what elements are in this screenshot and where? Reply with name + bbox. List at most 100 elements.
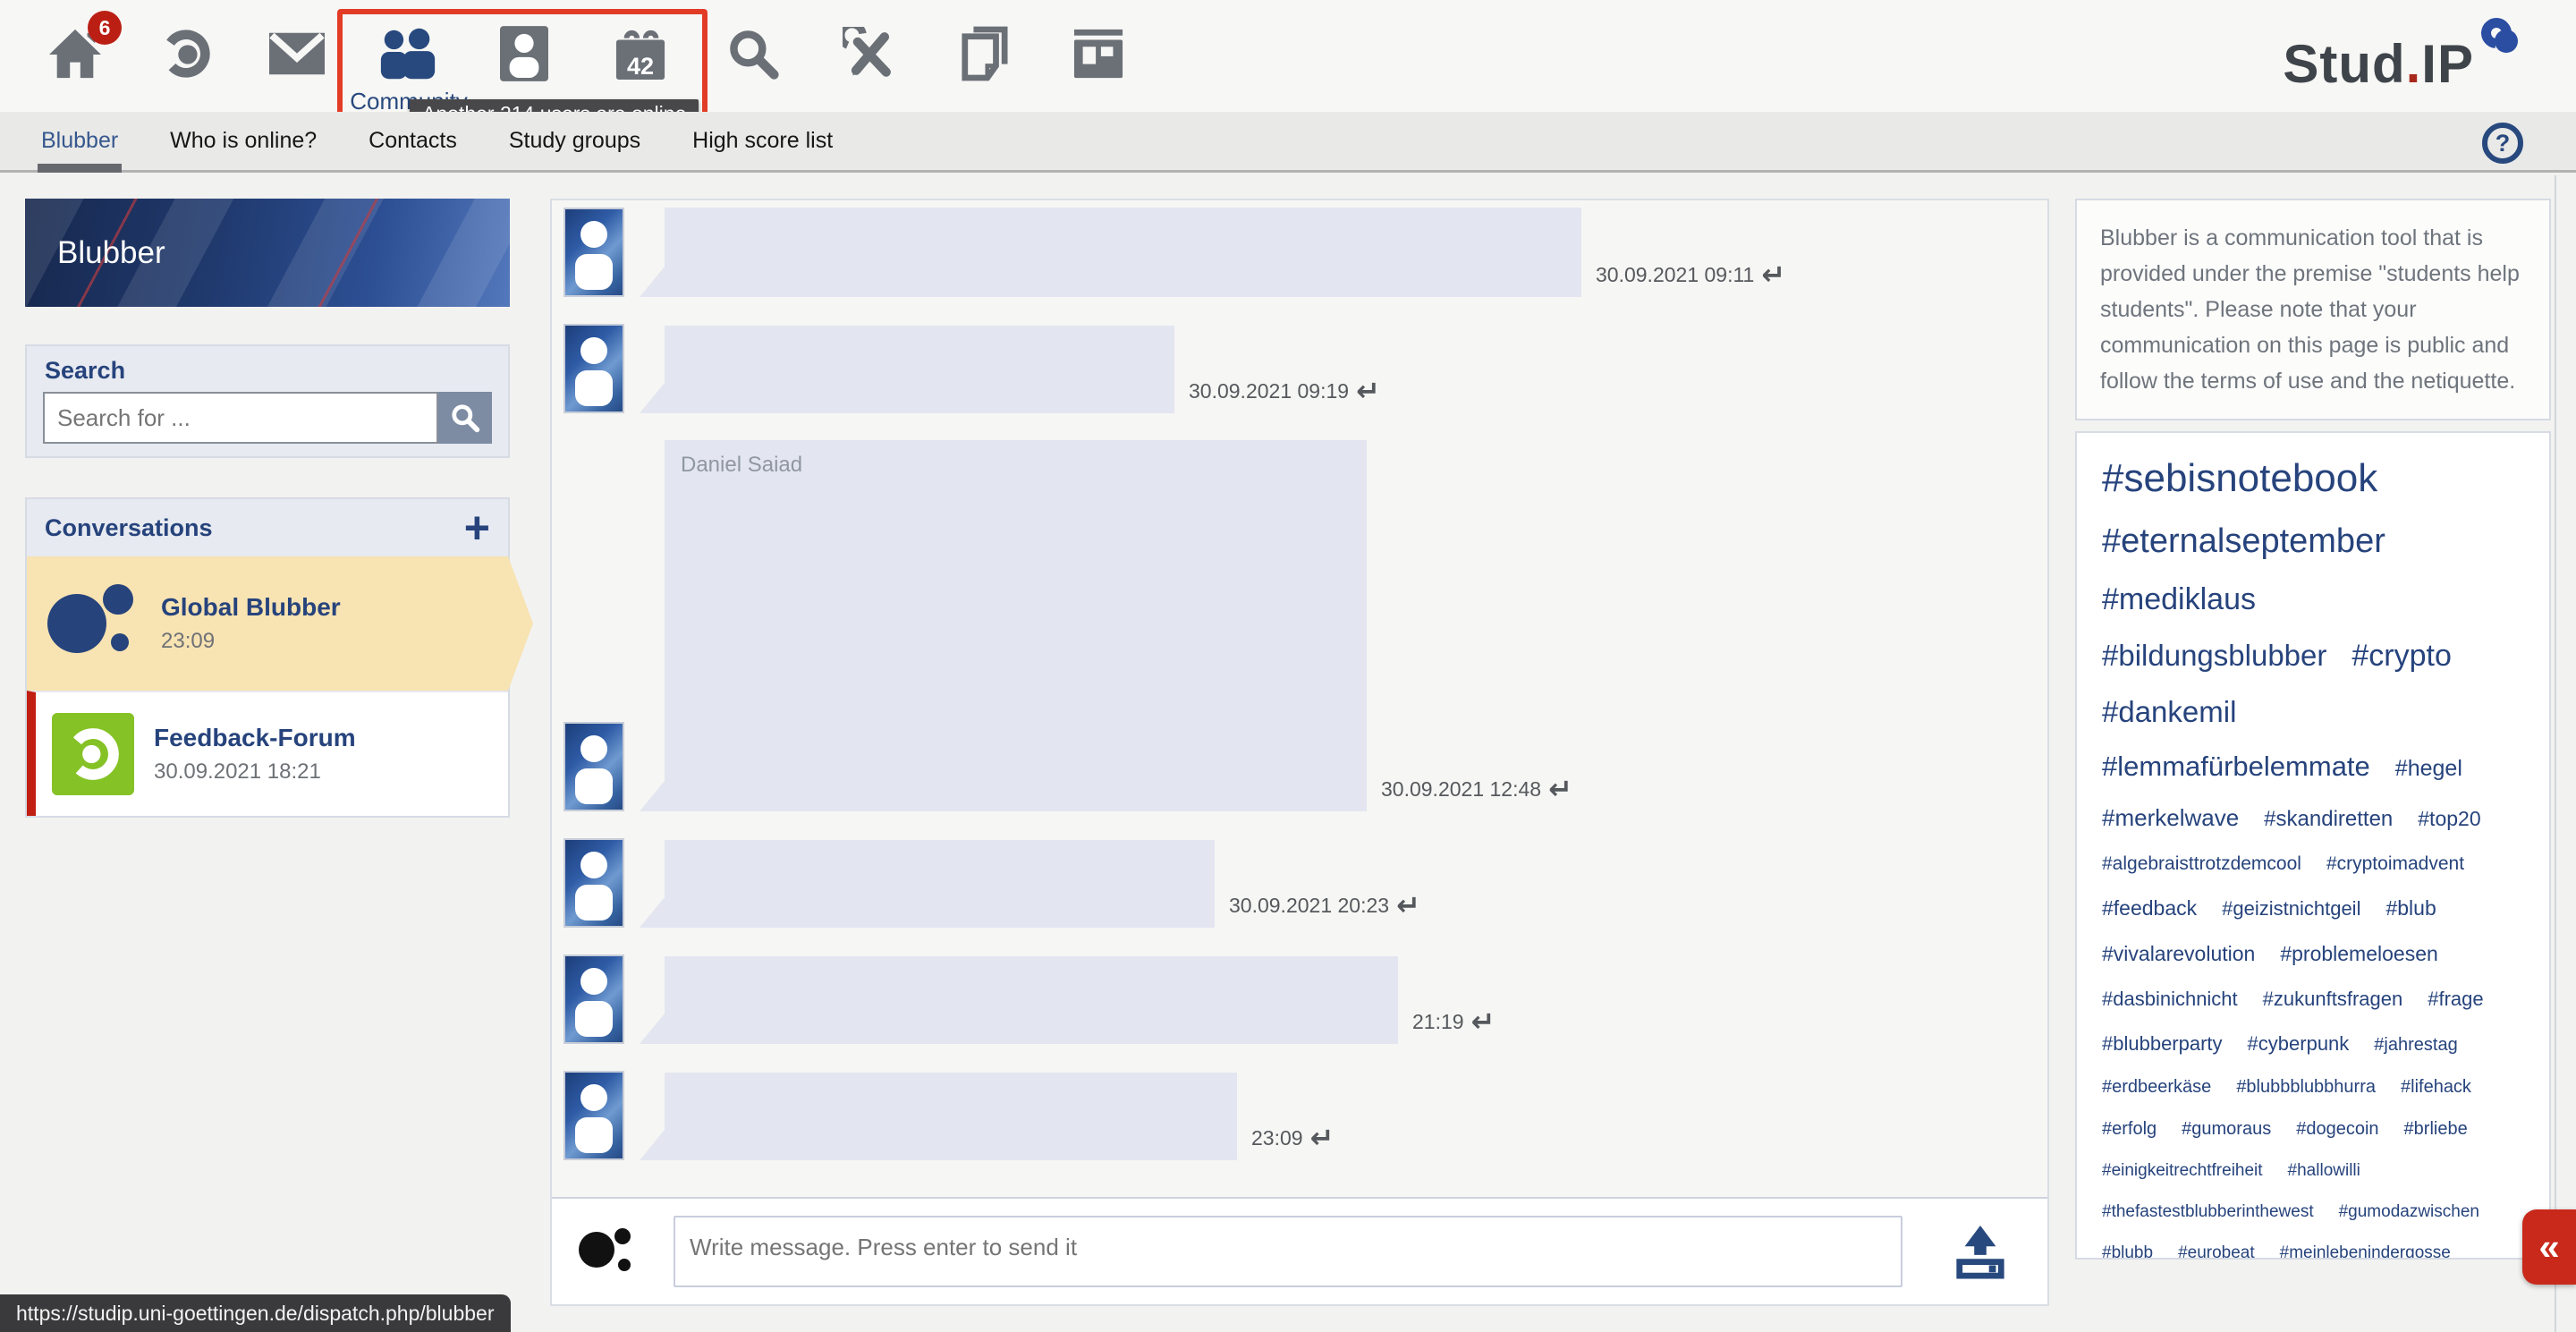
tools-button[interactable] <box>837 21 902 86</box>
message-timestamp: 23:09 <box>1251 1126 1303 1150</box>
feedback-forum-avatar <box>52 713 134 795</box>
hashtag-link[interactable]: #dankemil <box>2102 695 2236 729</box>
message-list[interactable]: 30.09.2021 09:11↵30.09.2021 09:19↵Daniel… <box>552 200 2047 1197</box>
courses-button[interactable] <box>154 21 218 86</box>
hashtag-link[interactable]: #vivalarevolution <box>2102 942 2255 966</box>
hashtag-link[interactable]: #crypto <box>2351 639 2452 674</box>
tab-bar: Blubber Who is online? Contacts Study group… <box>0 112 2576 173</box>
sidebar-title: Blubber <box>57 235 165 271</box>
hashtag-link[interactable]: #geizistnichtgeil <box>2222 897 2360 921</box>
tab-label: High score list <box>692 128 833 154</box>
hashtag-link[interactable]: #eternalseptember <box>2102 522 2385 561</box>
hashtag-link[interactable]: #gumodazwischen <box>2339 1202 2479 1222</box>
hashtag-cloud: #sebisnotebook #eternalseptember #mediklau… <box>2075 431 2551 1260</box>
hashtag-link[interactable]: #blub <box>2385 896 2436 921</box>
hashtag-link[interactable]: #skandiretten <box>2264 807 2393 832</box>
search-submit-button[interactable] <box>438 392 492 444</box>
messages-button[interactable] <box>265 21 329 86</box>
hashtag-link[interactable]: #blubbblubbhurra <box>2236 1077 2376 1098</box>
hashtag-link[interactable]: #erfolg <box>2102 1119 2157 1140</box>
search-input[interactable] <box>43 392 438 444</box>
message-row: 30.09.2021 09:19↵ <box>564 324 2031 413</box>
reply-icon[interactable]: ↵ <box>1761 258 1785 292</box>
reply-icon[interactable]: ↵ <box>1356 374 1380 408</box>
message-input[interactable] <box>674 1216 1902 1287</box>
hashtag-link[interactable]: #thefastestblubberinthewest <box>2102 1202 2314 1222</box>
conversations-heading: Conversations <box>45 514 213 542</box>
user-avatar-icon[interactable] <box>564 1071 624 1160</box>
message-bubble: Daniel Saiad <box>665 440 1367 811</box>
reply-icon[interactable]: ↵ <box>1396 888 1420 922</box>
conversation-item-global-blubber[interactable]: Global Blubber 23:09 <box>27 556 508 691</box>
logo-circle-mark <box>2476 18 2526 68</box>
hashtag-link[interactable]: #bildungsblubber <box>2102 639 2326 673</box>
hashtag-link[interactable]: #sebisnotebook <box>2102 456 2377 501</box>
studip-blubber-page: 6 <box>0 0 2576 1332</box>
conversation-time: 30.09.2021 18:21 <box>154 759 356 785</box>
user-avatar-icon[interactable] <box>564 324 624 413</box>
hashtag-link[interactable]: #algebraisttrotzdemcool <box>2102 853 2301 875</box>
tab-label: Blubber <box>41 128 118 154</box>
reply-icon[interactable]: ↵ <box>1310 1121 1335 1155</box>
tab-contacts[interactable]: Contacts <box>369 112 457 170</box>
hashtag-link[interactable]: #lemmafürbelemmate <box>2102 751 2370 783</box>
message-meta: 30.09.2021 09:19↵ <box>1189 374 1380 408</box>
conversation-title: Feedback-Forum <box>154 724 356 752</box>
message-bubble <box>665 208 1581 297</box>
right-sidebar: Blubber is a communication tool that is … <box>2075 199 2551 1260</box>
hashtag-link[interactable]: #eurobeat <box>2178 1243 2255 1260</box>
hashtag-link[interactable]: #feedback <box>2102 896 2197 921</box>
message-row: 23:09 ↵ <box>564 1071 2031 1160</box>
conversations-panel: Conversations + Global Blubber 23:09 <box>25 497 510 818</box>
hashtag-link[interactable]: #top20 <box>2418 807 2480 831</box>
hashtag-link[interactable]: #mediklaus <box>2102 582 2256 617</box>
hashtag-link[interactable]: #cryptoimadvent <box>2326 853 2464 875</box>
pages-button[interactable] <box>952 21 1016 86</box>
mail-icon <box>269 32 325 75</box>
hashtag-link[interactable]: #merkelwave <box>2102 804 2239 832</box>
tab-who-is-online[interactable]: Who is online? <box>170 112 317 170</box>
right-edge-rule <box>2555 175 2556 1332</box>
tab-high-score-list[interactable]: High score list <box>692 112 833 170</box>
hashtag-link[interactable]: #dogecoin <box>2296 1119 2378 1140</box>
home-button[interactable]: 6 <box>43 21 107 86</box>
hashtag-link[interactable]: #dasbinichnicht <box>2102 988 2238 1011</box>
hashtag-link[interactable]: #blubb <box>2102 1243 2153 1260</box>
reply-icon[interactable]: ↵ <box>1548 772 1572 806</box>
hashtag-link[interactable]: #lifehack <box>2401 1077 2471 1098</box>
send-message-button[interactable] <box>1953 1224 2008 1279</box>
hashtag-link[interactable]: #cyberpunk <box>2248 1032 2350 1056</box>
tab-study-groups[interactable]: Study groups <box>509 112 640 170</box>
hashtag-link[interactable]: #problemeloesen <box>2280 942 2437 966</box>
hashtag-link[interactable]: #hallowilli <box>2288 1161 2360 1181</box>
message-meta: 23:09 ↵ <box>1251 1121 1334 1155</box>
hashtag-link[interactable]: #einigkeitrechtfreiheit <box>2102 1161 2263 1181</box>
hashtag-link[interactable]: #zukunftsfragen <box>2263 988 2403 1011</box>
hashtag-link[interactable]: #erdbeerkäse <box>2102 1077 2211 1098</box>
hashtag-link[interactable]: #jahrestag <box>2374 1035 2457 1056</box>
help-icon: ? <box>2496 130 2511 157</box>
conversation-item-feedback-forum[interactable]: Feedback-Forum 30.09.2021 18:21 <box>27 691 508 816</box>
user-avatar-icon[interactable] <box>564 722 624 811</box>
user-avatar-icon[interactable] <box>564 954 624 1044</box>
message-meta: 30.09.2021 20:23↵ <box>1229 888 1420 922</box>
user-avatar-icon[interactable] <box>564 208 624 297</box>
tab-blubber[interactable]: Blubber <box>41 112 118 170</box>
hashtag-link[interactable]: #meinlebenindergosse <box>2280 1243 2451 1260</box>
hashtag-link[interactable]: #hegel <box>2395 756 2462 782</box>
reply-icon[interactable]: ↵ <box>1471 1005 1496 1039</box>
dashboard-button[interactable] <box>1066 21 1131 86</box>
user-avatar-icon[interactable] <box>564 838 624 928</box>
search-button[interactable] <box>721 21 785 86</box>
blubber-info-box: Blubber is a communication tool that is … <box>2075 199 2551 420</box>
conversation-time: 23:09 <box>161 629 341 654</box>
hashtag-link[interactable]: #gumoraus <box>2182 1119 2271 1140</box>
help-button[interactable]: ? <box>2481 122 2524 165</box>
hashtag-link[interactable]: #blubberparty <box>2102 1032 2223 1056</box>
add-conversation-button[interactable]: + <box>464 510 490 546</box>
message-author[interactable]: Daniel Saiad <box>681 453 802 478</box>
hashtag-link[interactable]: #frage <box>2428 988 2483 1011</box>
collapse-sidebar-button[interactable]: « <box>2522 1209 2576 1285</box>
message-meta: 21:19↵ <box>1412 1005 1495 1039</box>
hashtag-link[interactable]: #brliebe <box>2404 1119 2468 1140</box>
